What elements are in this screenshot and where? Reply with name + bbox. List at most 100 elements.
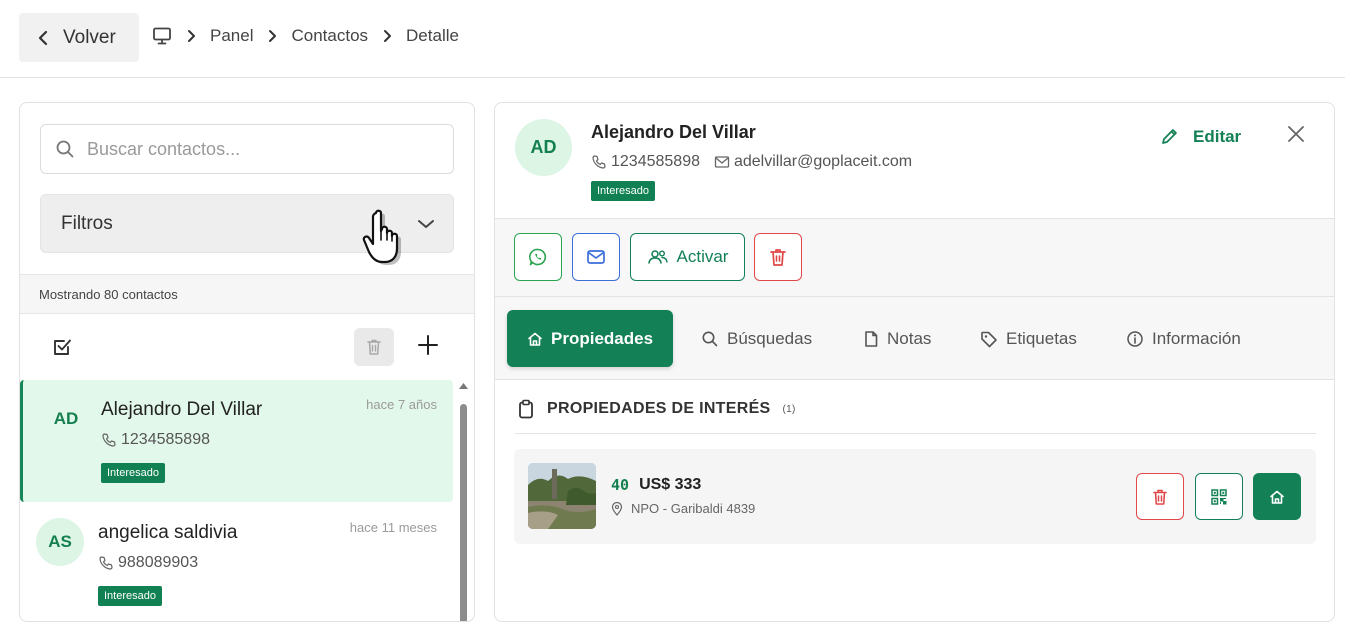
breadcrumb-contactos[interactable]: Contactos: [291, 26, 368, 46]
delete-contact-button[interactable]: [754, 233, 802, 281]
qr-icon: [1210, 488, 1228, 506]
email-button[interactable]: [572, 233, 620, 281]
tab-busquedas[interactable]: Búsquedas: [701, 310, 812, 367]
divider: [515, 433, 1316, 434]
activate-label: Activar: [676, 247, 729, 266]
chevron-down-icon: [417, 218, 435, 230]
property-card[interactable]: 40 US$ 333 NPO - Garibaldi 4839: [514, 449, 1316, 544]
close-icon[interactable]: [1285, 123, 1307, 145]
property-id: 40: [611, 476, 630, 494]
breadcrumb-panel[interactable]: Panel: [210, 26, 253, 46]
phone-number: 1234585898: [611, 153, 700, 170]
chevron-right-icon: [267, 29, 277, 43]
list-scrollbar[interactable]: [457, 380, 470, 621]
hand-pointer-icon: [362, 207, 412, 267]
tab-label: Etiquetas: [1006, 328, 1077, 348]
bulk-delete-button[interactable]: [354, 328, 394, 366]
property-price: US$ 333: [639, 476, 702, 493]
pencil-icon: [1159, 127, 1179, 147]
detail-phone: 1234585898: [591, 153, 700, 171]
scroll-up-icon[interactable]: [457, 380, 470, 392]
monitor-icon[interactable]: [152, 27, 172, 45]
detail-email: adelvillar@goplaceit.com: [714, 153, 912, 171]
contact-name: angelica saldivia: [98, 522, 238, 543]
contact-phone: 988089903: [98, 554, 198, 572]
search-icon: [55, 139, 75, 159]
property-address: NPO - Garibaldi 4839: [631, 501, 756, 516]
section-count: (1): [782, 403, 796, 415]
phone-number: 988089903: [118, 554, 199, 571]
phone-icon: [98, 555, 114, 571]
contact-phone: 1234585898: [101, 431, 210, 449]
chevron-left-icon: [37, 30, 49, 46]
detail-name: Alejandro Del Villar: [591, 122, 756, 142]
back-label: Volver: [63, 26, 116, 48]
users-icon: [647, 248, 669, 266]
email-address: adelvillar@goplaceit.com: [733, 153, 913, 170]
contact-row[interactable]: AD Alejandro Del Villar hace 7 años 1234…: [20, 380, 453, 502]
top-bar: Volver Panel Contactos Detalle: [0, 0, 1345, 78]
phone-number: 1234585898: [121, 431, 210, 448]
breadcrumb: Panel Contactos Detalle: [152, 26, 459, 46]
filters-label: Filtros: [61, 212, 113, 234]
contact-row[interactable]: AS angelica saldivia hace 11 meses 98808…: [20, 503, 453, 621]
tag-icon: [980, 330, 998, 348]
contact-time: hace 7 años: [366, 397, 437, 412]
plus-icon[interactable]: [417, 334, 439, 356]
tab-propiedades[interactable]: Propiedades: [507, 310, 674, 367]
back-button[interactable]: Volver: [19, 13, 139, 62]
section-title: PROPIEDADES DE INTERÉS: [547, 400, 771, 417]
view-property-button[interactable]: [1253, 473, 1301, 520]
contact-detail-panel: AD Alejandro Del Villar 1234585898 adelv…: [494, 102, 1335, 622]
chevron-right-icon: [186, 29, 196, 43]
edit-button[interactable]: Editar: [1159, 127, 1241, 147]
phone-icon: [591, 154, 607, 170]
checkbox-icon[interactable]: [51, 336, 73, 358]
whatsapp-icon: [528, 247, 548, 267]
mail-icon: [714, 155, 730, 169]
home-icon: [1269, 489, 1285, 505]
status-badge: Interesado: [591, 181, 655, 201]
contacts-panel: Filtros Mostrando 80 contactos AD Alejan…: [19, 102, 475, 622]
property-title: 40 US$ 333: [611, 476, 701, 494]
tab-etiquetas[interactable]: Etiquetas: [980, 310, 1077, 367]
scroll-thumb[interactable]: [460, 404, 467, 621]
trash-icon: [1152, 488, 1168, 506]
avatar: AD: [53, 409, 79, 428]
search-icon: [701, 330, 719, 348]
tab-label: Propiedades: [551, 328, 654, 348]
chevron-right-icon: [382, 29, 392, 43]
trash-icon: [366, 338, 382, 356]
mail-icon: [586, 248, 606, 266]
trash-icon: [769, 247, 787, 267]
remove-property-button[interactable]: [1136, 473, 1184, 520]
pin-icon: [611, 501, 623, 516]
tab-label: Notas: [887, 328, 932, 348]
property-location: NPO - Garibaldi 4839: [611, 501, 755, 516]
property-thumbnail[interactable]: [528, 463, 596, 529]
info-icon: [1126, 330, 1144, 348]
edit-label: Editar: [1193, 127, 1242, 146]
avatar: AD: [515, 119, 572, 176]
breadcrumb-detalle: Detalle: [406, 26, 459, 45]
search-input[interactable]: [87, 138, 417, 160]
tab-informacion[interactable]: Información: [1126, 310, 1241, 367]
activate-button[interactable]: Activar: [630, 233, 745, 281]
status-badge: Interesado: [98, 586, 162, 606]
whatsapp-button[interactable]: [514, 233, 562, 281]
detail-meta: 1234585898 adelvillar@goplaceit.com: [591, 153, 912, 171]
detail-tabs: Propiedades Búsquedas Notas Etiquetas In…: [495, 297, 1334, 380]
contact-time: hace 11 meses: [349, 520, 437, 535]
search-box: [40, 124, 454, 174]
action-bar: Activar: [495, 219, 1334, 297]
clipboard-icon: [517, 399, 535, 419]
section-header: PROPIEDADES DE INTERÉS (1): [517, 399, 796, 419]
qr-button[interactable]: [1195, 473, 1243, 520]
avatar: AS: [36, 518, 84, 566]
tab-notas[interactable]: Notas: [863, 310, 931, 367]
tab-label: Búsquedas: [727, 328, 813, 348]
file-icon: [863, 330, 879, 348]
detail-header: AD Alejandro Del Villar 1234585898 adelv…: [495, 103, 1334, 219]
contacts-count: Mostrando 80 contactos: [20, 274, 474, 314]
list-toolbar: [20, 314, 474, 380]
